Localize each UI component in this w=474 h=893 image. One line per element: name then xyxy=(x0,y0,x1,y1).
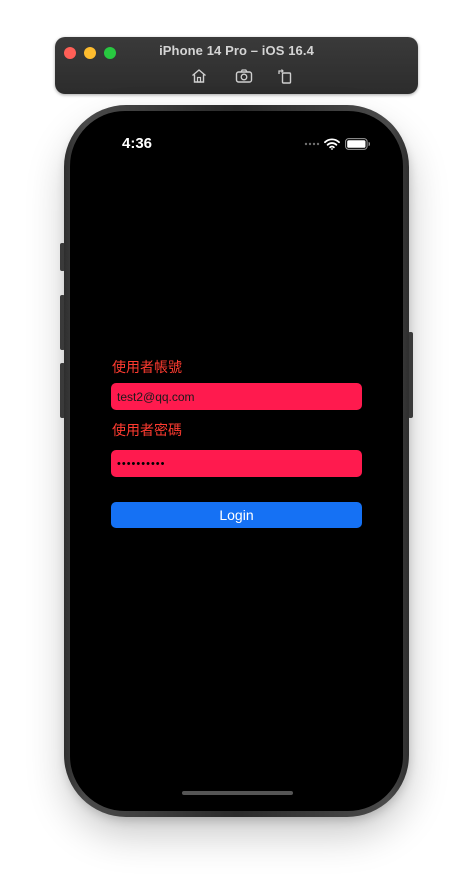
password-label: 使用者密碼 xyxy=(112,423,182,439)
home-indicator[interactable] xyxy=(182,791,293,795)
wifi-icon xyxy=(324,138,340,150)
account-label: 使用者帳號 xyxy=(112,360,182,376)
login-button[interactable]: Login xyxy=(111,502,362,528)
status-time: 4:36 xyxy=(122,135,153,152)
dynamic-island xyxy=(184,130,288,161)
status-icons xyxy=(304,138,371,150)
simulator-title-bar: iPhone 14 Pro – iOS 16.4 xyxy=(55,37,418,94)
screenshot-icon[interactable] xyxy=(235,67,253,85)
home-icon[interactable] xyxy=(190,67,208,85)
simulator-title: iPhone 14 Pro – iOS 16.4 xyxy=(159,43,314,58)
rotate-icon[interactable] xyxy=(276,67,294,85)
page: iPhone 14 Pro – iOS 16.4 4:36 使用者帳號 test… xyxy=(0,0,474,893)
signal-dots-icon xyxy=(304,142,320,146)
password-input[interactable]: •••••••••• xyxy=(111,450,362,477)
phone-screen: 4:36 使用者帳號 test2@qq.com 使用者密碼 ••••••••••… xyxy=(70,111,403,811)
battery-icon xyxy=(345,138,371,150)
account-input[interactable]: test2@qq.com xyxy=(111,383,362,410)
